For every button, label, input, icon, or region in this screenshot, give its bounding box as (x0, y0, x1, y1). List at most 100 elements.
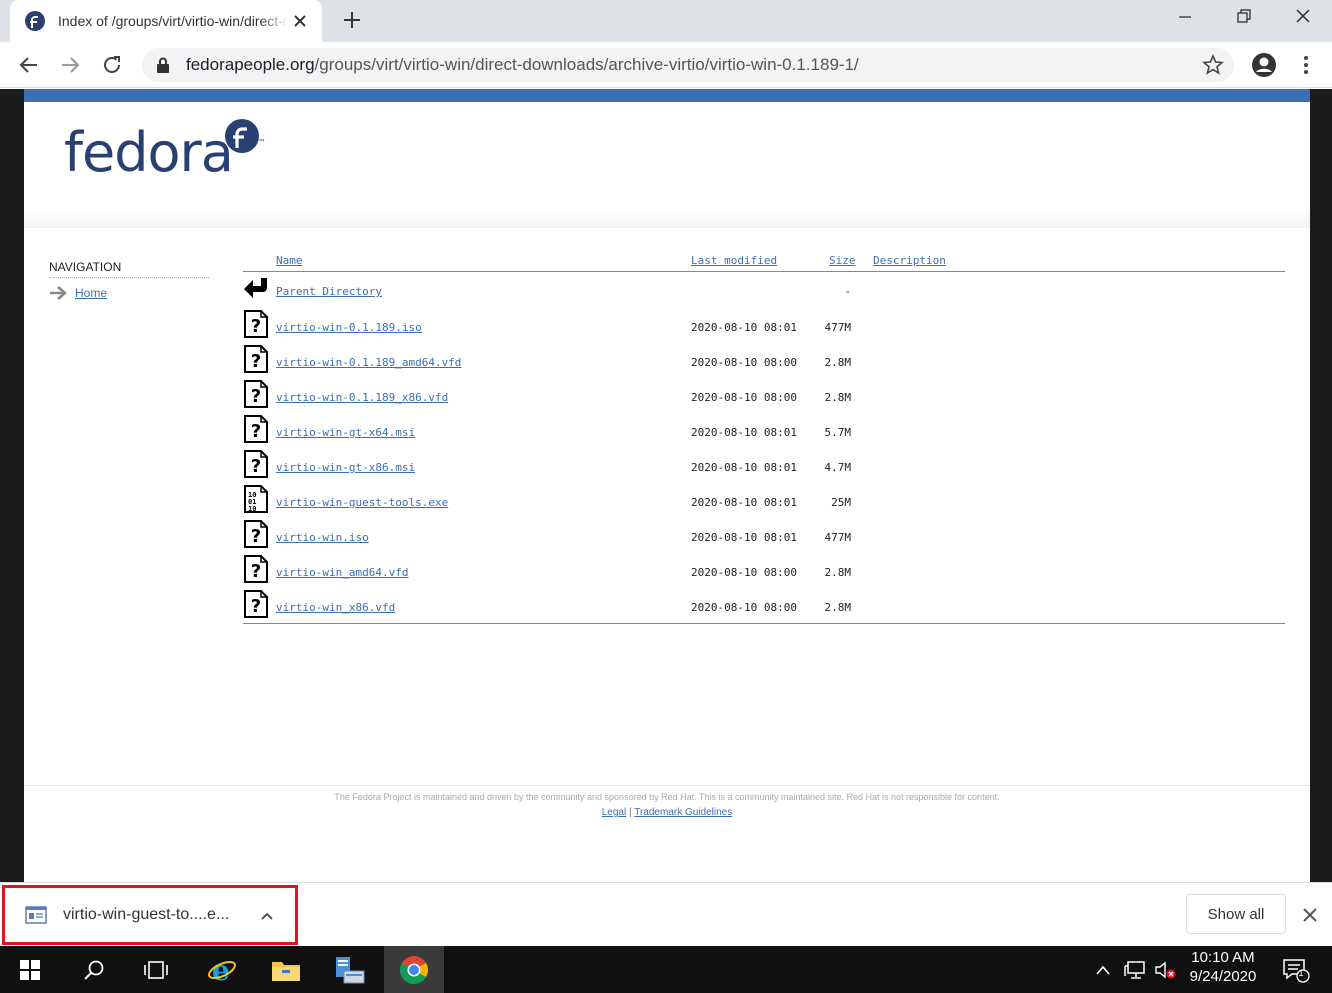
unknown-file-icon: ? (244, 555, 268, 583)
unknown-file-icon: ? (244, 450, 268, 478)
back-button[interactable] (14, 50, 44, 80)
file-modified: 2020-08-10 08:01 (691, 321, 797, 334)
profile-button[interactable] (1249, 50, 1279, 80)
chevron-up-icon[interactable] (259, 908, 275, 924)
url-text: fedorapeople.org/groups/virt/virtio-win/… (186, 55, 859, 75)
footer-links: Legal | Trademark Guidelines (24, 807, 1310, 818)
sort-by-name-link[interactable]: Name (276, 254, 303, 267)
sort-by-size-link[interactable]: Size (829, 254, 856, 267)
file-row: ? virtio-win_x86.vfd 2020-08-10 08:00 2.8M (243, 588, 1285, 623)
unknown-file-icon: ? (244, 345, 268, 373)
file-modified: 2020-08-10 08:01 (691, 496, 797, 509)
directory-listing: Name Last modified Size Description Pare… (243, 249, 1285, 624)
file-link[interactable]: virtio-win_amd64.vfd (276, 566, 408, 579)
back-arrow-icon (19, 57, 37, 73)
exe-file-icon (25, 906, 47, 924)
svg-text:?: ? (251, 596, 261, 617)
close-window-button[interactable] (1274, 0, 1332, 32)
sort-by-modified-link[interactable]: Last modified (691, 254, 777, 267)
trademark-guidelines-link[interactable]: Trademark Guidelines (634, 807, 732, 818)
svg-text:?: ? (251, 561, 261, 582)
binary-file-icon: 100110 (244, 485, 268, 513)
file-rows: ? virtio-win-0.1.189.iso 2020-08-10 08:01 4… (243, 308, 1285, 623)
file-link[interactable]: virtio-win-gt-x86.msi (276, 461, 415, 474)
task-view-icon (144, 960, 168, 979)
download-file-name: virtio-win-guest-to....e... (63, 906, 230, 923)
show-hidden-icons-button[interactable] (1090, 946, 1116, 993)
restore-button[interactable] (1215, 0, 1273, 32)
file-row: ? virtio-win-gt-x64.msi 2020-08-10 08:01 5.… (243, 413, 1285, 448)
file-link[interactable]: virtio-win-0.1.189_x86.vfd (276, 391, 448, 404)
svg-text:e: e (212, 955, 230, 985)
logo-tm-mark: ™ (258, 138, 266, 147)
file-link[interactable]: virtio-win_x86.vfd (276, 601, 395, 614)
start-button[interactable] (0, 946, 60, 993)
file-row: ? virtio-win-0.1.189_x86.vfd 2020-08-10 08… (243, 378, 1285, 413)
lock-icon (157, 57, 169, 73)
volume-tray-button[interactable] (1152, 946, 1180, 993)
svg-text:?: ? (251, 421, 261, 442)
file-modified: 2020-08-10 08:00 (691, 356, 797, 369)
url-path: /groups/virt/virtio-win/direct-downloads… (314, 55, 859, 74)
parent-directory-row: Parent Directory - (243, 272, 1285, 308)
file-size: 2.8M (824, 566, 852, 579)
listing-header-row: Name Last modified Size Description (243, 249, 1285, 272)
forward-arrow-icon (62, 57, 80, 73)
forward-button[interactable] (55, 50, 85, 80)
notification-count: 1 (1298, 968, 1304, 978)
svg-text:10: 10 (248, 505, 256, 513)
more-vert-icon (1304, 56, 1308, 74)
file-size: 25M (831, 496, 851, 509)
chrome-taskbar-button[interactable] (384, 946, 444, 993)
footer-disclaimer: The Fedora Project is maintained and dri… (334, 792, 1000, 802)
volume-muted-icon (1155, 961, 1176, 978)
file-link[interactable]: virtio-win-guest-tools.exe (276, 496, 448, 509)
task-view-button[interactable] (126, 946, 186, 993)
menu-button[interactable] (1291, 50, 1321, 80)
unknown-file-icon: ? (244, 590, 268, 618)
file-size: 5.7M (824, 426, 852, 439)
back-folder-icon (244, 278, 267, 298)
bookmark-star-icon[interactable] (1202, 54, 1224, 76)
tab-title: Index of /groups/virt/virtio-win/direct-… (58, 13, 288, 29)
browser-tab[interactable]: Index of /groups/virt/virtio-win/direct-… (10, 0, 322, 42)
chrome-icon (400, 955, 428, 984)
file-link[interactable]: virtio-win-gt-x64.msi (276, 426, 415, 439)
search-button[interactable] (64, 946, 124, 993)
close-shelf-icon[interactable] (1300, 905, 1320, 925)
home-link[interactable]: Home (75, 286, 107, 300)
fedora-logo[interactable]: fedora ™ (64, 119, 266, 180)
unknown-file-icon: ? (244, 380, 268, 408)
file-link[interactable]: virtio-win.iso (276, 531, 369, 544)
action-center-button[interactable]: 1 (1276, 946, 1316, 993)
network-tray-button[interactable] (1120, 946, 1150, 993)
fedora-infinity-icon (225, 119, 259, 153)
system-clock[interactable]: 10:10 AM 9/24/2020 (1182, 949, 1264, 985)
file-size: 477M (824, 531, 852, 544)
file-link[interactable]: virtio-win-0.1.189_amd64.vfd (276, 356, 461, 369)
reload-button[interactable] (97, 50, 127, 80)
network-icon (1124, 960, 1145, 979)
file-link[interactable]: virtio-win-0.1.189.iso (276, 321, 422, 334)
address-bar[interactable]: fedorapeople.org/groups/virt/virtio-win/… (142, 48, 1234, 82)
internet-explorer-button[interactable]: e (192, 946, 252, 993)
footer-separator: | (629, 807, 632, 818)
minimize-button[interactable] (1156, 0, 1214, 32)
unknown-file-icon: ? (244, 520, 268, 548)
navigation-heading: NAVIGATION (49, 260, 209, 278)
legal-link[interactable]: Legal (602, 807, 626, 818)
arrow-right-icon (50, 286, 67, 300)
download-item[interactable]: virtio-win-guest-to....e... (2, 885, 298, 945)
internet-explorer-icon: e (208, 955, 236, 985)
parent-directory-link[interactable]: Parent Directory (276, 285, 382, 298)
new-tab-icon[interactable] (338, 6, 366, 34)
side-navigation: NAVIGATION Home (49, 260, 209, 300)
file-explorer-button[interactable] (256, 946, 316, 993)
file-size: 477M (824, 321, 852, 334)
server-manager-button[interactable] (320, 946, 380, 993)
show-all-button[interactable]: Show all (1186, 894, 1286, 934)
sort-by-description-link[interactable]: Description (873, 254, 946, 267)
file-modified: 2020-08-10 08:00 (691, 601, 797, 614)
close-tab-icon[interactable] (290, 11, 310, 31)
page-footer: The Fedora Project is maintained and dri… (24, 785, 1310, 882)
